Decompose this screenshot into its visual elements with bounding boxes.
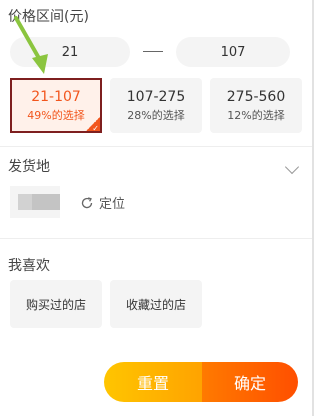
range-label: 275-560 bbox=[226, 88, 286, 105]
action-bar: 重置 确定 bbox=[104, 362, 298, 402]
blurred-text bbox=[32, 194, 60, 210]
locate-button[interactable]: 定位 bbox=[80, 193, 125, 212]
price-range-option-275-560[interactable]: 275-560 12%的选择 bbox=[210, 78, 302, 133]
section-divider bbox=[0, 146, 314, 147]
price-max-input[interactable]: 107 bbox=[176, 37, 290, 67]
annotation-arrow-icon bbox=[14, 16, 48, 74]
locate-label: 定位 bbox=[99, 197, 126, 212]
range-label: 107-275 bbox=[126, 88, 186, 105]
like-section-title: 我喜欢 bbox=[8, 258, 50, 274]
price-range-dash bbox=[143, 51, 163, 52]
blurred-text bbox=[18, 194, 32, 210]
range-percent: 49%的选择 bbox=[27, 108, 85, 122]
favorited-shop-option[interactable]: 收藏过的店 bbox=[110, 280, 202, 328]
chevron-down-icon[interactable] bbox=[284, 159, 300, 175]
confirm-button[interactable]: 确定 bbox=[202, 362, 298, 402]
bought-shop-option[interactable]: 购买过的店 bbox=[10, 280, 102, 328]
range-percent: 12%的选择 bbox=[227, 108, 285, 122]
selected-check-icon: ✓ bbox=[86, 117, 100, 133]
section-divider bbox=[0, 238, 314, 239]
shipping-section-title: 发货地 bbox=[8, 159, 50, 175]
reset-button[interactable]: 重置 bbox=[104, 362, 202, 402]
price-range-option-107-275[interactable]: 107-275 28%的选择 bbox=[110, 78, 202, 133]
range-percent: 28%的选择 bbox=[127, 108, 185, 122]
range-label: 21-107 bbox=[31, 88, 81, 105]
refresh-icon bbox=[81, 196, 93, 208]
location-chip-blurred[interactable] bbox=[10, 186, 60, 218]
scroll-edge bbox=[312, 0, 314, 416]
